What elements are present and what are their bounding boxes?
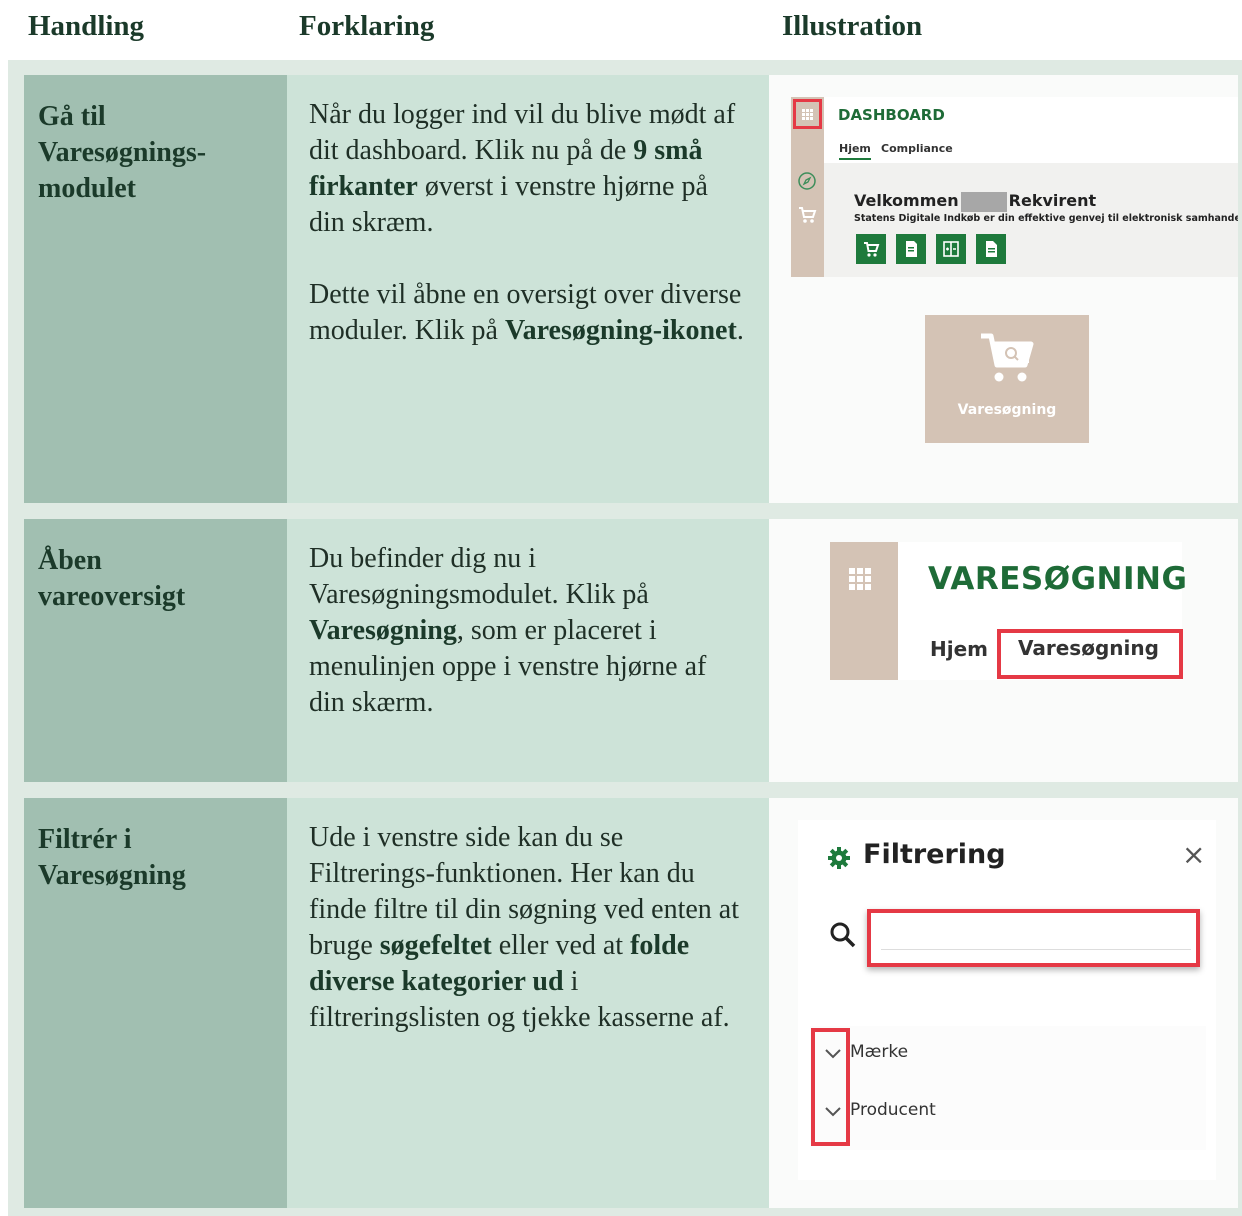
explanation-cell: Når du logger ind vil du blive mødt af d… <box>287 75 769 503</box>
action-cell: Gå til Varesøgnings-modulet <box>24 75 287 503</box>
cart-button[interactable] <box>856 234 886 264</box>
filter-item-maerke[interactable]: Mærke <box>850 1042 908 1062</box>
explanation-text: Ude i venstre side kan du se Filtrerings… <box>309 822 740 1033</box>
compare-button[interactable] <box>936 234 966 264</box>
action-text: Filtrér i Varesøgning <box>38 824 186 891</box>
gear-icon <box>828 847 850 869</box>
side-rail <box>830 542 898 680</box>
table-row: Åben vareoversigt Du befinder dig nu i V… <box>24 519 1238 782</box>
search-icon <box>830 922 856 948</box>
dashboard-screenshot: DASHBOARD Hjem Compliance Velkommen Rekvi… <box>791 97 1238 277</box>
explanation-cell: Du befinder dig nu i Varesøgningsmodulet… <box>287 519 769 782</box>
explanation-cell: Ude i venstre side kan du se Filtrerings… <box>287 798 769 1208</box>
chevron-down-icon[interactable] <box>824 1047 842 1061</box>
table-row: Gå til Varesøgnings-modulet Når du logge… <box>24 75 1238 503</box>
varesogning-title: VARESØGNING <box>928 561 1188 597</box>
apps-grid-button[interactable] <box>793 99 822 129</box>
action-cell: Filtrér i Varesøgning <box>24 798 287 1208</box>
tab-varesogning[interactable]: Varesøgning <box>1018 636 1159 660</box>
search-input[interactable] <box>867 909 1200 967</box>
welcome-subtitle: Statens Digitale Indkøb er din effektive… <box>854 213 1238 224</box>
header-illustration: Illustration <box>782 10 923 42</box>
action-text: Gå til Varesøgnings-modulet <box>38 101 207 204</box>
chevron-down-icon[interactable] <box>824 1105 842 1119</box>
explanation-text-2: Dette vil åbne en oversigt over diverse … <box>309 279 744 346</box>
illustration-cell: Filtrering × Mærke Producent <box>769 798 1238 1208</box>
action-cell: Åben vareoversigt <box>24 519 287 782</box>
input-underline <box>881 949 1191 950</box>
tab-home[interactable]: Hjem <box>839 142 871 160</box>
tile-label: Varesøgning <box>957 402 1057 418</box>
close-icon[interactable]: × <box>1182 838 1205 871</box>
welcome-text: Velkommen Rekvirent <box>854 191 1097 212</box>
table-row: Filtrér i Varesøgning Ude i venstre side… <box>24 798 1238 1208</box>
illustration-cell: VARESØGNING Hjem Varesøgning <box>769 519 1238 782</box>
invoice-icon <box>906 241 917 257</box>
grid-icon <box>802 109 813 120</box>
grid-icon <box>849 568 871 590</box>
header-action: Handling <box>28 10 145 42</box>
action-text: Åben vareoversigt <box>38 545 186 612</box>
tab-compliance[interactable]: Compliance <box>881 142 953 155</box>
compass-icon <box>797 171 817 191</box>
filter-item-producent[interactable]: Producent <box>850 1100 936 1120</box>
document-button[interactable] <box>976 234 1006 264</box>
redacted-name <box>960 191 1007 212</box>
filter-panel: Filtrering × Mærke Producent <box>798 820 1216 1180</box>
filter-title: Filtrering <box>863 839 1006 870</box>
quick-actions <box>856 234 1016 264</box>
document-icon <box>986 241 997 257</box>
varesogning-screenshot: VARESØGNING Hjem Varesøgning <box>830 542 1187 680</box>
cart-search-icon <box>977 331 1037 387</box>
explanation-text: Du befinder dig nu i Varesøgningsmodulet… <box>309 543 707 718</box>
illustration-cell: DASHBOARD Hjem Compliance Velkommen Rekvi… <box>769 75 1238 503</box>
compare-icon <box>943 241 959 257</box>
header-explanation: Forklaring <box>299 10 435 42</box>
dashboard-title: DASHBOARD <box>838 106 945 124</box>
cart-icon <box>797 205 817 225</box>
tab-home[interactable]: Hjem <box>930 637 988 661</box>
invoice-button[interactable] <box>896 234 926 264</box>
explanation-text: Når du logger ind vil du blive mødt af d… <box>309 99 736 238</box>
highlight-box <box>811 1028 850 1146</box>
cart-icon <box>864 242 880 257</box>
varesogning-tile[interactable]: Varesøgning <box>925 315 1089 443</box>
